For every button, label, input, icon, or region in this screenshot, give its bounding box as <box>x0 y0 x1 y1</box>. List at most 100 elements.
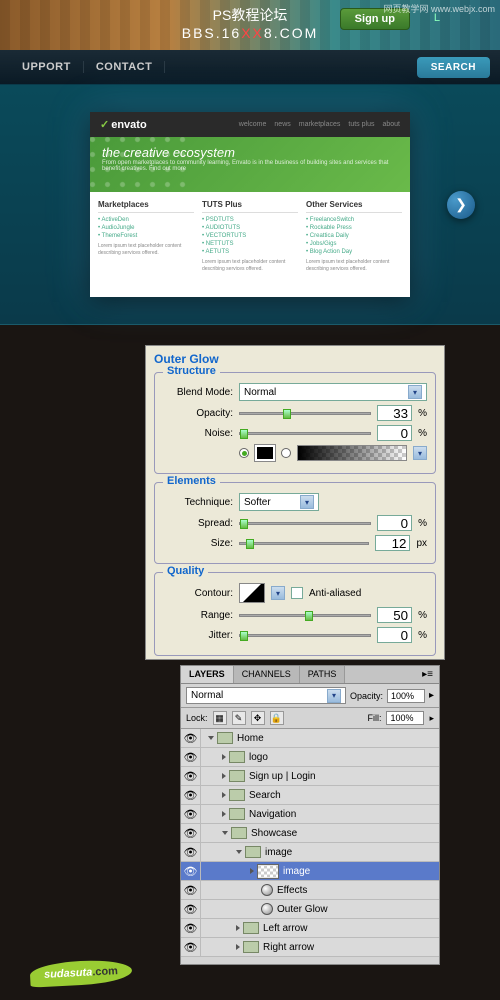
tree-row[interactable]: 👁Search <box>181 786 439 805</box>
column-link[interactable]: Rockable Press <box>306 225 402 231</box>
nav-contact[interactable]: CONTACT <box>84 61 165 73</box>
folder-icon <box>245 846 261 858</box>
tree-row[interactable]: 👁Sign up | Login <box>181 767 439 786</box>
color-swatch[interactable] <box>255 445 275 461</box>
disclosure-icon[interactable] <box>250 868 254 874</box>
disclosure-icon[interactable] <box>208 736 214 740</box>
next-arrow-button[interactable]: ❯ <box>447 191 475 219</box>
tree-row[interactable]: 👁Home <box>181 729 439 748</box>
range-slider[interactable] <box>239 614 371 617</box>
visibility-icon[interactable]: 👁 <box>181 786 201 805</box>
tab-layers[interactable]: LAYERS <box>181 666 234 683</box>
technique-select[interactable]: Softer▾ <box>239 493 319 511</box>
column-link[interactable]: AudioJungle <box>98 225 194 231</box>
tree-row[interactable]: 👁Outer Glow <box>181 900 439 919</box>
hero-title: the creative ecosystem <box>102 145 398 160</box>
column-link[interactable]: AUDIOTUTS <box>202 225 298 231</box>
tab-channels[interactable]: CHANNELS <box>234 666 300 683</box>
column-link[interactable]: FreelanceSwitch <box>306 217 402 223</box>
opacity-input[interactable] <box>377 405 412 421</box>
folder-icon <box>229 789 245 801</box>
blendmode-select[interactable]: Normal▾ <box>239 383 427 401</box>
tree-row[interactable]: 👁image <box>181 843 439 862</box>
jitter-slider[interactable] <box>239 634 371 637</box>
tab-paths[interactable]: PATHS <box>300 666 346 683</box>
card-nav: welcomenewsmarketplacestuts plusabout <box>239 121 400 128</box>
visibility-icon[interactable]: 👁 <box>181 843 201 862</box>
column-title: Other Services <box>306 200 402 213</box>
column-link[interactable]: PSDTUTS <box>202 217 298 223</box>
column-link[interactable]: Blog Action Day <box>306 249 402 255</box>
disclosure-icon[interactable] <box>222 811 226 817</box>
flyout-icon[interactable]: ▸ <box>429 690 434 701</box>
flyout-icon[interactable]: ▸ <box>429 713 434 724</box>
tree-row[interactable]: 👁Showcase <box>181 824 439 843</box>
folder-icon <box>229 808 245 820</box>
disclosure-icon[interactable] <box>222 773 226 779</box>
fill-input[interactable]: 100% <box>386 711 424 725</box>
panel-menu-icon[interactable]: ▸≡ <box>416 666 439 683</box>
tree-row[interactable]: 👁 Left arrow <box>181 919 439 938</box>
layer-opacity-input[interactable]: 100% <box>387 689 425 703</box>
column-link[interactable]: VECTORTUTS <box>202 233 298 239</box>
tree-row[interactable]: 👁image <box>181 862 439 881</box>
lock-position-icon[interactable]: ✥ <box>251 711 265 725</box>
antialiased-label: Anti-aliased <box>309 588 361 599</box>
lock-transparency-icon[interactable]: ▦ <box>213 711 227 725</box>
layers-tabs: LAYERS CHANNELS PATHS ▸≡ <box>181 666 439 684</box>
noise-input[interactable] <box>377 425 412 441</box>
visibility-icon[interactable]: 👁 <box>181 881 201 900</box>
disclosure-icon[interactable] <box>236 944 240 950</box>
tree-row[interactable]: 👁Right arrow <box>181 938 439 957</box>
visibility-icon[interactable]: 👁 <box>181 919 201 938</box>
column-link[interactable]: Jobs/Gigs <box>306 241 402 247</box>
disclosure-icon[interactable] <box>236 925 240 931</box>
tree-row[interactable]: 👁logo <box>181 748 439 767</box>
envato-logo: envato <box>100 118 147 131</box>
visibility-icon[interactable]: 👁 <box>181 900 201 919</box>
column-link[interactable]: ActiveDen <box>98 217 194 223</box>
visibility-icon[interactable]: 👁 <box>181 824 201 843</box>
jitter-input[interactable] <box>377 627 412 643</box>
visibility-icon[interactable]: 👁 <box>181 729 201 748</box>
size-input[interactable] <box>375 535 410 551</box>
chevron-down-icon[interactable]: ▾ <box>413 446 427 460</box>
disclosure-icon[interactable] <box>222 754 226 760</box>
disclosure-icon[interactable] <box>222 831 228 835</box>
gradient-picker[interactable] <box>297 445 407 461</box>
contour-picker[interactable] <box>239 583 265 603</box>
visibility-icon[interactable]: 👁 <box>181 862 201 881</box>
size-slider[interactable] <box>239 542 369 545</box>
layer-blendmode-select[interactable]: Normal▾ <box>186 687 346 704</box>
spread-input[interactable] <box>377 515 412 531</box>
range-input[interactable] <box>377 607 412 623</box>
lock-pixels-icon[interactable]: ✎ <box>232 711 246 725</box>
visibility-icon[interactable]: 👁 <box>181 805 201 824</box>
gradient-radio[interactable] <box>281 448 291 458</box>
watermark-top: 网页教学网 www.webjx.com <box>383 2 495 15</box>
layer-name: Navigation <box>249 809 296 820</box>
tree-row[interactable]: 👁Effects <box>181 881 439 900</box>
chevron-down-icon[interactable]: ▾ <box>271 586 285 600</box>
column-link[interactable]: Creattica Daily <box>306 233 402 239</box>
visibility-icon[interactable]: 👁 <box>181 767 201 786</box>
visibility-icon[interactable]: 👁 <box>181 748 201 767</box>
layer-name: Left arrow <box>263 923 307 934</box>
antialiased-checkbox[interactable] <box>291 587 303 599</box>
disclosure-icon[interactable] <box>236 850 242 854</box>
chevron-down-icon: ▾ <box>408 385 422 399</box>
visibility-icon[interactable]: 👁 <box>181 957 201 958</box>
tree-row[interactable]: 👁 Navigation <box>181 805 439 824</box>
column-link[interactable]: AETUTS <box>202 249 298 255</box>
lock-all-icon[interactable]: 🔒 <box>270 711 284 725</box>
nav-support[interactable]: UPPORT <box>10 61 84 73</box>
disclosure-icon[interactable] <box>222 792 226 798</box>
column-link[interactable]: ThemeForest <box>98 233 194 239</box>
search-button[interactable]: SEARCH <box>417 57 490 78</box>
color-radio[interactable] <box>239 448 249 458</box>
opacity-slider[interactable] <box>239 412 371 415</box>
visibility-icon[interactable]: 👁 <box>181 938 201 957</box>
column-link[interactable]: NETTUTS <box>202 241 298 247</box>
spread-slider[interactable] <box>239 522 371 525</box>
noise-slider[interactable] <box>239 432 371 435</box>
